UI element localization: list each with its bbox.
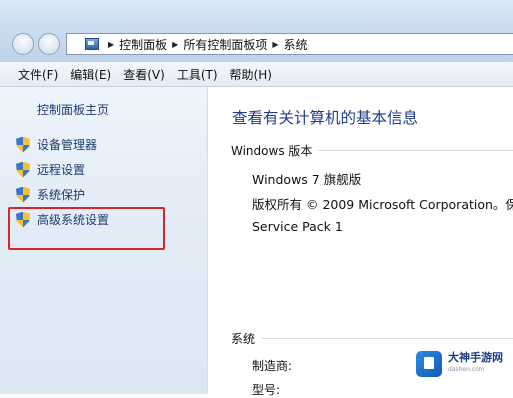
breadcrumb-separator-icon[interactable]: ▶ [172, 40, 178, 49]
breadcrumb-control-panel[interactable]: 控制面板 [119, 36, 167, 53]
breadcrumb-separator-icon[interactable]: ▶ [108, 40, 114, 49]
control-panel-home-link[interactable]: 控制面板主页 [37, 101, 109, 118]
service-pack-value: Service Pack 1 [252, 219, 343, 234]
uac-shield-icon [16, 186, 30, 203]
section-divider [318, 150, 513, 151]
menu-help[interactable]: 帮助(H) [224, 66, 278, 83]
task-remote-settings[interactable]: 远程设置 [16, 161, 85, 178]
back-button[interactable] [12, 33, 34, 55]
menu-bar: 文件(F) 编辑(E) 查看(V) 工具(T) 帮助(H) [0, 62, 513, 87]
menu-tools[interactable]: 工具(T) [171, 66, 224, 83]
menu-view[interactable]: 查看(V) [117, 66, 171, 83]
breadcrumb-system[interactable]: 系统 [284, 36, 308, 53]
address-bar[interactable]: ▶ 控制面板 ▶ 所有控制面板项 ▶ 系统 [66, 33, 513, 55]
page-title: 查看有关计算机的基本信息 [232, 109, 419, 127]
task-system-protection[interactable]: 系统保护 [16, 186, 85, 203]
watermark-text: 大神手游网 dashen.com [448, 352, 503, 376]
menu-edit[interactable]: 编辑(E) [64, 66, 117, 83]
forward-button[interactable] [38, 33, 60, 55]
section-divider [262, 338, 513, 339]
watermark-logo: 大神手游网 dashen.com [414, 344, 513, 384]
uac-shield-icon [16, 136, 30, 153]
model-label: 型号: [252, 383, 281, 397]
manufacturer-label: 制造商: [252, 359, 293, 373]
task-label: 设备管理器 [37, 138, 98, 152]
uac-shield-icon [16, 161, 30, 178]
system-section-header: 系统 [231, 332, 256, 346]
watermark-url: dashen.com [448, 366, 485, 373]
task-label: 远程设置 [37, 163, 86, 177]
menu-file[interactable]: 文件(F) [0, 66, 64, 83]
breadcrumb-all-items[interactable]: 所有控制面板项 [183, 36, 267, 53]
windows-edition-header: Windows 版本 [231, 144, 313, 158]
task-device-manager[interactable]: 设备管理器 [16, 136, 97, 153]
copyright-text: 版权所有 © 2009 Microsoft Corporation。保 [252, 197, 513, 212]
watermark-name: 大神手游网 [448, 351, 503, 364]
task-label: 系统保护 [37, 188, 86, 202]
highlight-annotation-box [8, 207, 165, 250]
control-panel-icon [85, 38, 99, 50]
window-titlebar: ▶ 控制面板 ▶ 所有控制面板项 ▶ 系统 [0, 0, 513, 62]
breadcrumb-separator-icon[interactable]: ▶ [272, 40, 278, 49]
windows-edition-value: Windows 7 旗舰版 [252, 172, 362, 187]
site-logo-icon [416, 351, 442, 377]
